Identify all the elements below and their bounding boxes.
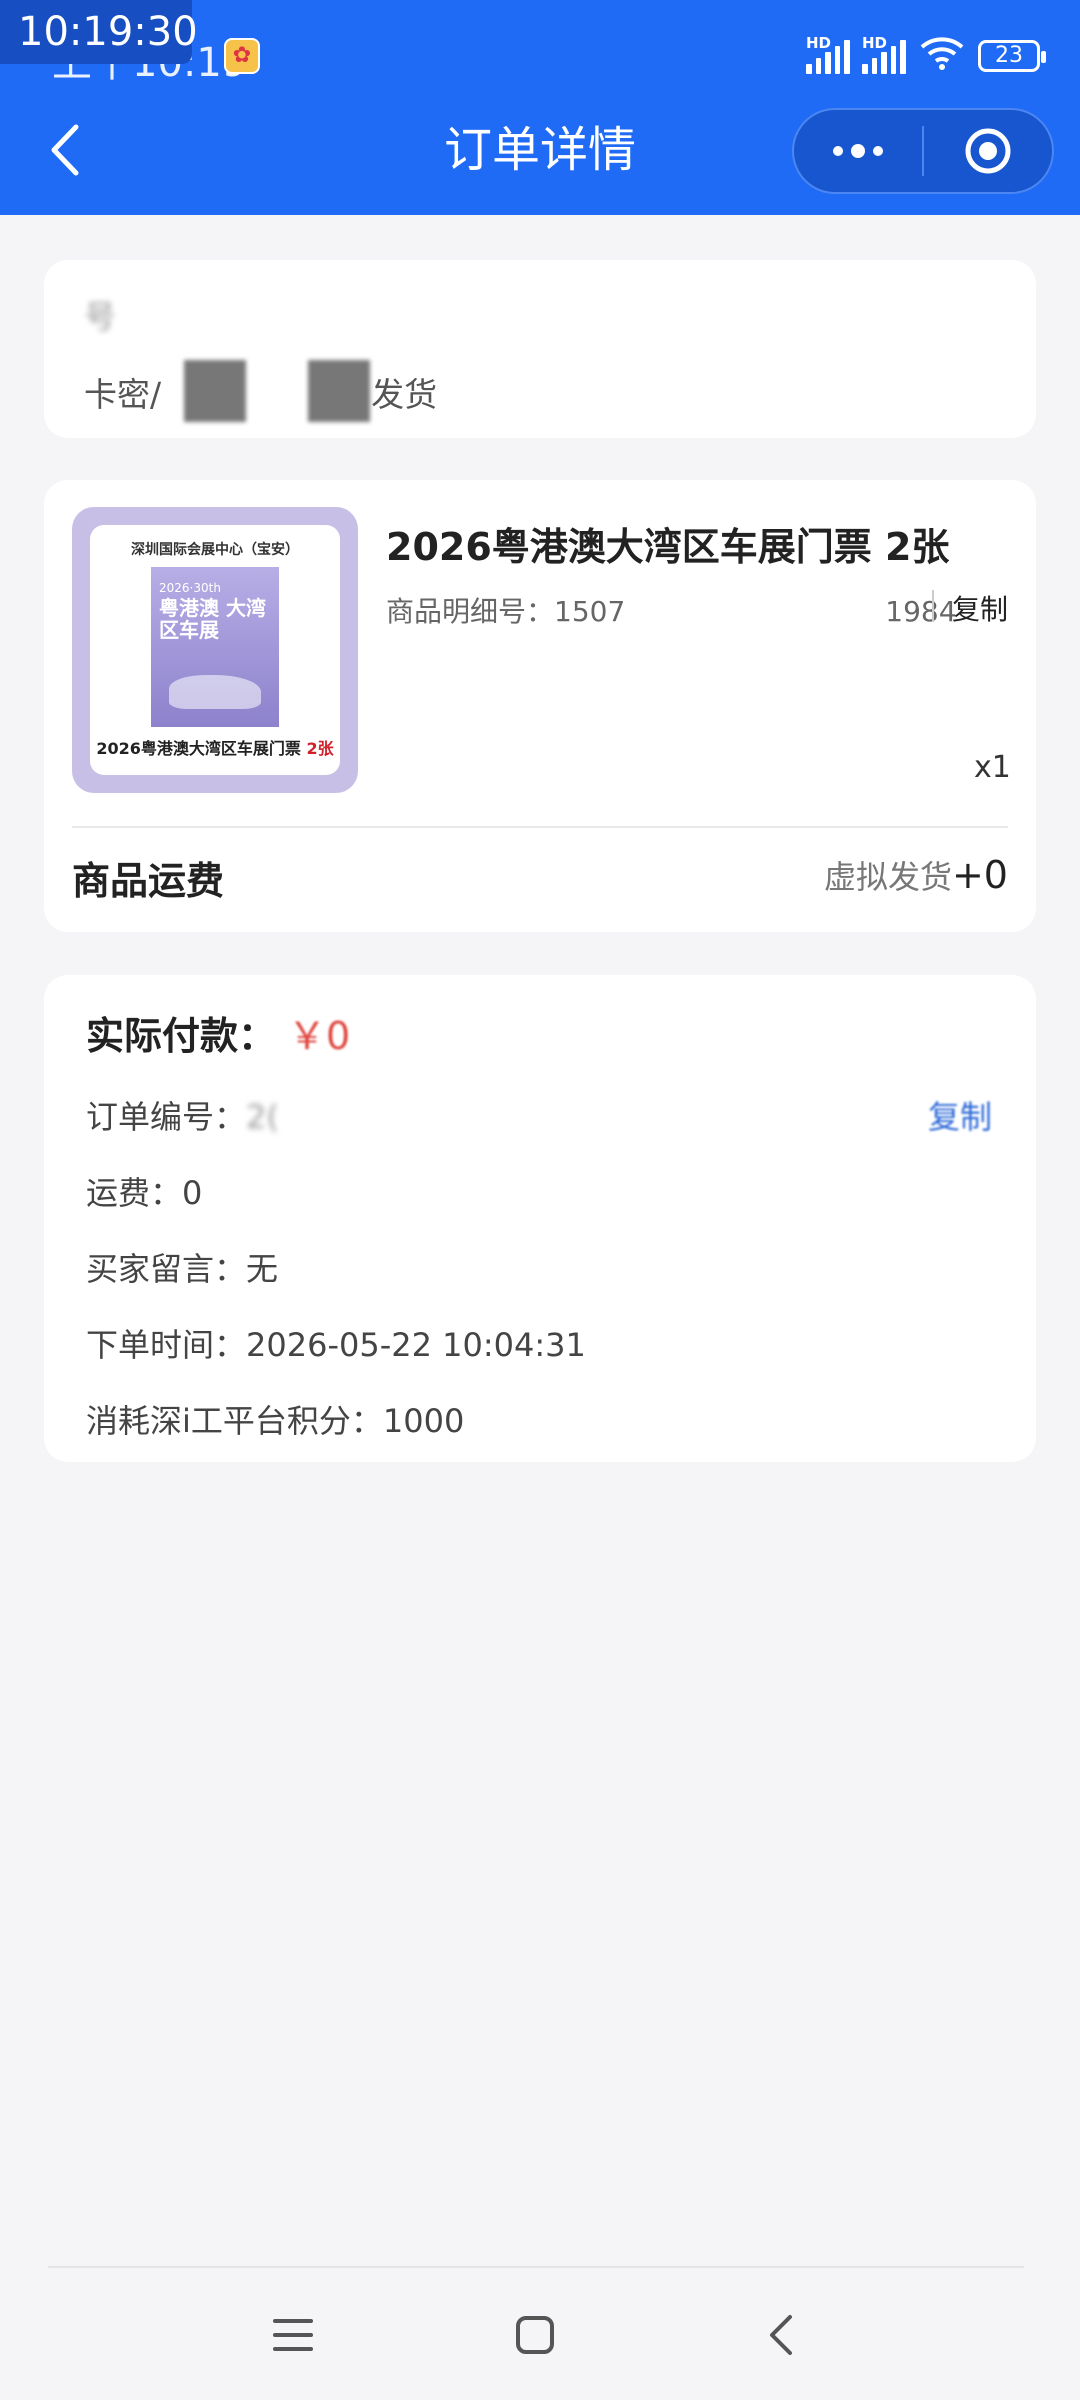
redacted-block (184, 360, 246, 422)
car-illustration (169, 675, 261, 709)
points-used: 消耗深i工平台积分：1000 (86, 1402, 465, 1440)
app-notification-badge-icon: ✿ (224, 38, 260, 74)
delivery-info-line: 号 (84, 298, 117, 336)
status-icons: HD HD 23 (806, 34, 1046, 78)
product-quantity: x1 (974, 750, 1011, 785)
poster-image: 2026·30th 粤港澳 大湾区车展 (151, 567, 279, 727)
product-sku: 商品明细号：1507 1984 (386, 595, 957, 628)
payment-amount: ￥0 (288, 1014, 351, 1058)
menu-icon (273, 2319, 313, 2351)
shipping-fee: 运费：0 (86, 1174, 203, 1212)
product-image[interactable]: 深圳国际会展中心（宝安） 2026·30th 粤港澳 大湾区车展 2026粤港澳… (72, 507, 358, 793)
close-mini-program-button[interactable] (924, 110, 1052, 192)
more-button[interactable] (794, 110, 922, 192)
copy-sku-button[interactable]: 复制 (952, 588, 1008, 628)
redacted-block (308, 360, 370, 422)
signal-icon: HD (862, 34, 906, 74)
actual-payment: 实际付款： ￥0 (86, 1014, 351, 1058)
nav-divider (48, 2266, 1024, 2268)
battery-icon: 23 (978, 40, 1046, 72)
wifi-icon (918, 35, 966, 78)
divider (72, 826, 1008, 828)
recent-apps-button[interactable] (248, 2300, 338, 2370)
thumb-caption: 2026粤港澳大湾区车展门票 2张 (96, 739, 334, 758)
more-dots-icon (833, 144, 883, 158)
product-title: 2026粤港澳大湾区车展门票 2张 (386, 525, 950, 569)
order-time: 下单时间：2026-05-22 10:04:31 (86, 1326, 586, 1364)
target-icon (965, 128, 1011, 174)
copy-divider (932, 590, 934, 622)
order-number: 订单编号：2( (86, 1098, 279, 1136)
shipping-value: 虚拟发货+0 (823, 853, 1008, 897)
signal-icon: HD (806, 34, 850, 74)
copy-order-button[interactable]: 复制 (928, 1092, 992, 1138)
screen-clock-overlay: 10:19:30 (0, 0, 198, 64)
thumb-venue: 深圳国际会展中心（宝安） (131, 542, 299, 558)
mini-program-capsule (792, 108, 1054, 194)
system-back-button[interactable] (736, 2300, 826, 2370)
buyer-message: 买家留言：无 (86, 1250, 279, 1288)
card-code-label: 卡密/发货 (84, 375, 438, 414)
chevron-left-icon (770, 2315, 792, 2355)
shipping-label: 商品运费 (72, 859, 225, 903)
home-button[interactable] (490, 2300, 580, 2370)
home-square-icon (516, 2316, 554, 2354)
